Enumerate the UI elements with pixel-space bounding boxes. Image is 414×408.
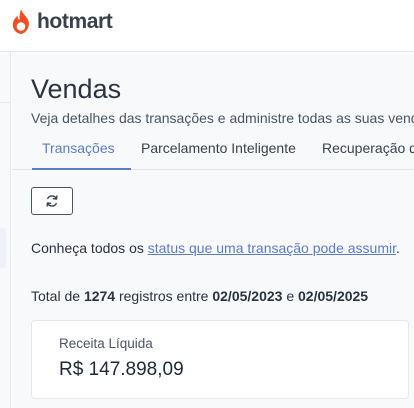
status-info-prefix: Conheça todos os — [31, 240, 144, 256]
status-info-suffix: . — [396, 240, 400, 256]
tab-transacoes[interactable]: Transações — [42, 140, 115, 156]
revenue-value: R$ 147.898,09 — [59, 359, 184, 380]
revenue-label: Receita Líquida — [59, 336, 153, 351]
end-date: 02/05/2025 — [298, 288, 369, 304]
page-subtitle: Veja detalhes das transações e administr… — [31, 110, 414, 126]
flame-icon — [12, 9, 29, 34]
status-info-text: Conheça todos os status que uma transaçã… — [31, 240, 400, 256]
page-title: Vendas — [31, 74, 122, 104]
status-link[interactable]: status que uma transação pode assumir — [148, 240, 396, 256]
active-tab-indicator — [32, 168, 131, 170]
hotmart-logo[interactable]: hotmart — [9, 8, 113, 36]
top-bar: hotmart — [0, 0, 414, 52]
revenue-card: Receita Líquida R$ 147.898,09 — [31, 320, 409, 399]
tab-recuperacao[interactable]: Recuperação de — [322, 140, 414, 156]
total-records-text: Total de 1274 registros entre 02/05/2023… — [31, 288, 368, 304]
brand-name: hotmart — [37, 10, 113, 33]
sidebar — [0, 52, 11, 408]
sidebar-active-item[interactable] — [0, 228, 6, 268]
sidebar-divider — [0, 102, 11, 103]
start-date: 02/05/2023 — [212, 288, 283, 304]
refresh-icon — [46, 195, 58, 207]
tab-bar: Transações Parcelamento Inteligente Recu… — [12, 132, 414, 170]
date-connector: e — [286, 288, 295, 304]
total-middle: registros entre — [118, 288, 209, 304]
total-count: 1274 — [83, 288, 116, 304]
tab-parcelamento-inteligente[interactable]: Parcelamento Inteligente — [141, 140, 296, 156]
refresh-button[interactable] — [31, 187, 73, 215]
total-prefix: Total de — [31, 288, 81, 304]
